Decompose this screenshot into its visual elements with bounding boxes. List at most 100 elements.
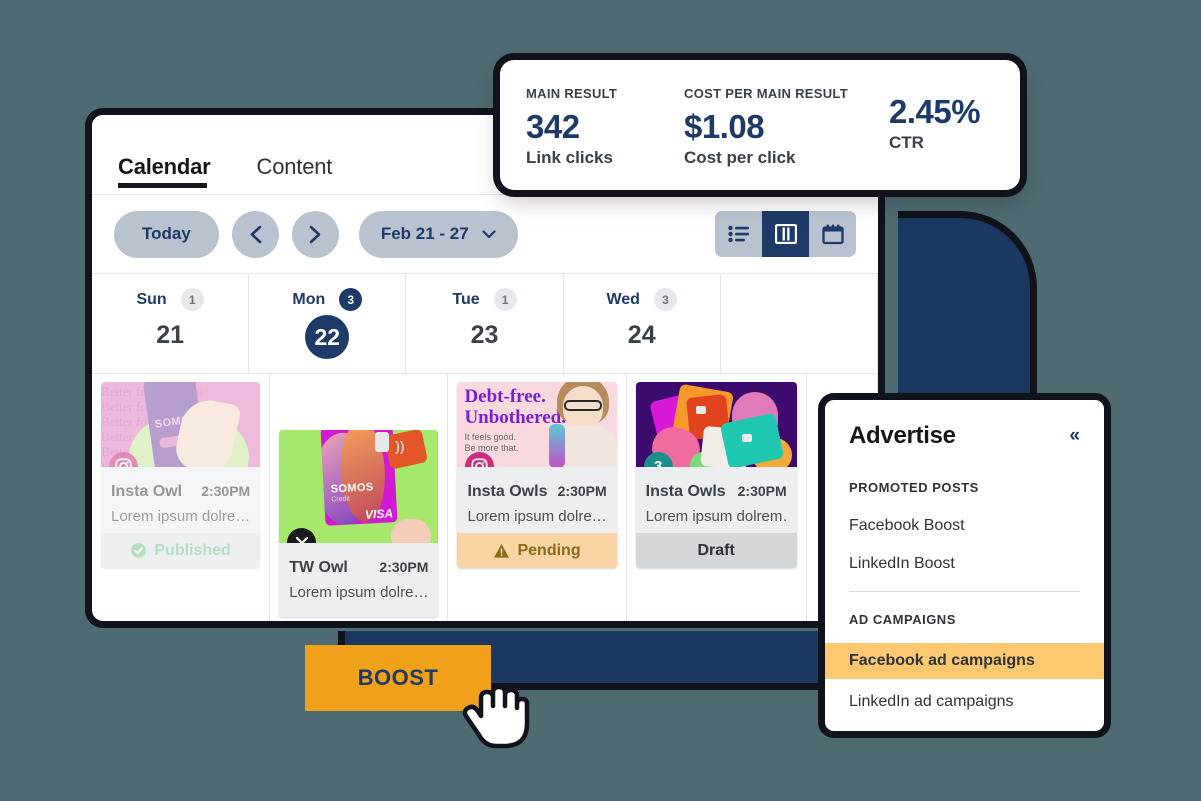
day-number: 23 (470, 321, 499, 349)
post-meta: TW Owl 2:30PM (289, 559, 428, 577)
artwork-card (719, 412, 784, 467)
advertise-title: Advertise (849, 422, 956, 449)
status-badge-draft: Draft (635, 533, 797, 568)
section-ad-campaigns-label: AD CAMPAIGNS (849, 612, 956, 627)
artwork-strap (548, 424, 565, 467)
metric-sublabel: CTR (889, 133, 924, 152)
metric-value: 2.45% (889, 93, 981, 130)
day-top: Tue 1 (452, 288, 517, 311)
day-header-sun[interactable]: Sun 1 21 (92, 274, 250, 374)
metric-label: COST PER MAIN RESULT (684, 86, 848, 101)
day-post-count-badge: 1 (493, 288, 517, 311)
menu-item-facebook-ad-campaigns[interactable]: Facebook ad campaigns (825, 643, 1104, 679)
divider (849, 591, 1080, 592)
post-card[interactable]: SOMOS Credit VISA )) TW Owl 2:30PM Lorem… (279, 430, 439, 617)
chevron-down-icon (482, 229, 496, 238)
chevron-double-left-icon[interactable]: « (1069, 425, 1080, 447)
post-thumbnail: SOMOS Credit VISA )) (279, 430, 439, 543)
metric-main-result: MAIN RESULT 342 Link clicks (526, 86, 684, 190)
date-range-label: Feb 21 - 27 (380, 224, 469, 243)
month-view-button[interactable] (809, 211, 856, 257)
day-column-sun: Better for everyoneBetter for everyoneBe… (92, 374, 271, 621)
advertise-panel: Advertise « PROMOTED POSTS Facebook Boos… (818, 393, 1111, 738)
post-card[interactable]: Better for everyoneBetter for everyoneBe… (101, 382, 261, 568)
artwork-contactless-icon: )) (395, 438, 405, 454)
tab-content-label: Content (256, 154, 333, 179)
chevron-right-icon (309, 225, 321, 243)
day-post-count-badge: 1 (180, 288, 204, 311)
day-name: Mon (292, 290, 326, 308)
day-header-wed[interactable]: Wed 3 24 (563, 274, 721, 374)
today-button[interactable]: Today (114, 210, 219, 258)
post-time: 2:30PM (737, 483, 787, 499)
artwork-subtext-line2: Be more that. (464, 443, 519, 453)
artwork-person (548, 382, 617, 467)
day-header-row: Sun 1 21 Mon 3 22 Tue 1 23 Wed 3 24 (92, 274, 878, 374)
stage: Calendar Content Today Feb 21 - 27 Sun 1… (0, 0, 1201, 801)
status-label: Draft (697, 541, 735, 559)
day-top: Mon 3 (292, 288, 363, 311)
date-range-selector[interactable]: Feb 21 - 27 (358, 210, 518, 258)
post-meta: Insta Owls 2:30PM (467, 483, 606, 501)
artwork-headline-line1: Debt-free. (464, 386, 546, 407)
day-header-mon[interactable]: Mon 3 22 (249, 274, 407, 374)
status-label: Pending (517, 541, 581, 559)
menu-item-facebook-boost[interactable]: Facebook Boost (849, 511, 1080, 541)
post-thumbnail: Debt-free. Unbothered. It feels good. Be… (457, 382, 617, 467)
post-thumbnail: Better for everyoneBetter for everyoneBe… (101, 382, 261, 467)
metric-sublabel: Link clicks (526, 148, 613, 167)
status-badge-published: Published (101, 533, 261, 568)
advertise-header: Advertise « (849, 422, 1080, 450)
calendar-toolbar: Today Feb 21 - 27 (92, 195, 878, 274)
day-header-thu-partial[interactable] (720, 274, 878, 374)
hand-cursor-icon (462, 684, 530, 749)
calendar-icon (821, 224, 844, 244)
post-text: Lorem ipsum dolre… (111, 508, 251, 525)
section-promoted-posts-label: PROMOTED POSTS (849, 480, 979, 495)
tab-content[interactable]: Content (257, 154, 333, 194)
post-author: Insta Owl (111, 483, 183, 500)
post-meta: Insta Owl 2:30PM (111, 483, 250, 501)
post-author: TW Owl (289, 559, 348, 576)
artwork-subtext-line1: It feels good. (464, 432, 516, 442)
metric-value: 342 (526, 108, 580, 145)
post-card[interactable]: Debt-free. Unbothered. It feels good. Be… (457, 382, 617, 568)
next-week-button[interactable] (291, 210, 339, 258)
menu-item-linkedin-boost[interactable]: LinkedIn Boost (849, 549, 1080, 579)
post-time: 2:30PM (379, 559, 429, 575)
metrics-card: MAIN RESULT 342 Link clicks COST PER MAI… (500, 60, 1020, 190)
post-text: Lorem ipsum dolrem… (645, 508, 787, 525)
column-view-button[interactable] (762, 211, 809, 257)
day-column-wed: 3 Insta Owls 2:30PM Lorem ipsum dolrem… … (627, 374, 807, 621)
menu-item-linkedin-ad-campaigns[interactable]: LinkedIn ad campaigns (849, 687, 1080, 717)
post-body: Insta Owls 2:30PM Lorem ipsum dolre… (457, 467, 616, 533)
list-view-button[interactable] (715, 211, 762, 257)
day-column-tue: Debt-free. Unbothered. It feels good. Be… (448, 374, 627, 621)
day-header-tue[interactable]: Tue 1 23 (406, 274, 564, 374)
day-post-count-badge: 3 (339, 288, 363, 311)
post-body: Insta Owl 2:30PM Lorem ipsum dolre… (101, 467, 260, 533)
view-toggle-group (715, 211, 856, 257)
post-card[interactable]: 3 Insta Owls 2:30PM Lorem ipsum dolrem… … (635, 382, 797, 568)
day-name: Tue (452, 290, 480, 308)
artwork-visa: VISA (364, 506, 394, 522)
artwork-chip (695, 406, 706, 414)
metric-value: $1.08 (684, 108, 765, 145)
day-number-today: 22 (305, 315, 350, 359)
day-name: Wed (606, 290, 640, 308)
artwork-chip (741, 434, 752, 442)
tab-calendar[interactable]: Calendar (118, 154, 211, 194)
status-label: Published (154, 541, 231, 559)
post-time: 2:30PM (557, 483, 607, 499)
artwork-chip (375, 432, 390, 452)
post-body: Insta Owls 2:30PM Lorem ipsum dolrem… (636, 467, 797, 533)
day-number: 24 (627, 321, 656, 349)
post-text: Lorem ipsum dolre… (467, 508, 607, 525)
post-author: Insta Owls (645, 483, 726, 500)
status-badge-pending: Pending (457, 533, 617, 568)
artwork-brand: SOMOS (330, 481, 375, 496)
artwork-hand (391, 519, 432, 543)
artwork-card-reader (384, 430, 429, 470)
day-name: Sun (136, 290, 167, 308)
previous-week-button[interactable] (231, 210, 279, 258)
